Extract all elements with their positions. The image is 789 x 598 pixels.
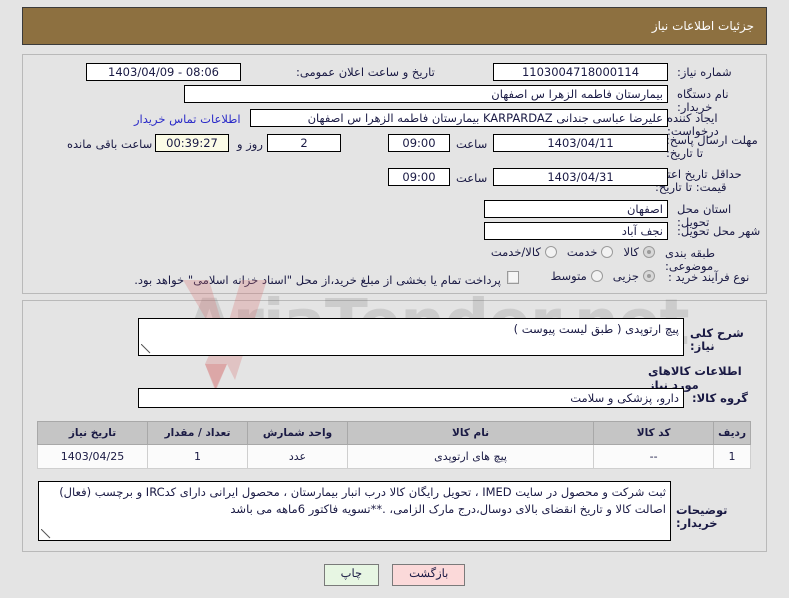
subject-category-option-label: کالا/خدمت bbox=[490, 245, 541, 259]
print-button[interactable]: چاپ bbox=[323, 564, 380, 586]
table-header-cell: تعداد / مقدار bbox=[147, 421, 248, 445]
goods-table: ردیف کد کالا نام کالا واحد شمارش تعداد / مقد… bbox=[37, 421, 751, 469]
resize-grip-icon-notes bbox=[41, 529, 51, 539]
reply-deadline-label: مهلت ارسال پاسخ: تا تاریخ: bbox=[666, 133, 758, 161]
price-validity-time: 09:00 bbox=[388, 168, 450, 186]
table-body: 1 -- پیچ های ارتوپدی عدد 1 1403/04/25 bbox=[37, 444, 751, 469]
goods-group-value: دارو، پزشکی و سلامت bbox=[138, 388, 684, 408]
subject-category-radio-group: کالا خدمت کالا/خدمت bbox=[440, 245, 655, 259]
purchase-process-option-label: جزیی bbox=[612, 269, 639, 283]
table-header-cell: واحد شمارش bbox=[247, 421, 348, 445]
need-number-label: شماره نیاز: bbox=[677, 65, 732, 79]
page-title: جزئیات اطلاعات نیاز bbox=[651, 19, 754, 33]
days-left-value: 2 bbox=[267, 134, 341, 152]
subject-category-radio[interactable] bbox=[601, 246, 614, 258]
table-cell-radif: 1 bbox=[713, 444, 751, 469]
table-cell-date: 1403/04/25 bbox=[37, 444, 148, 469]
reply-deadline-time: 09:00 bbox=[388, 134, 450, 152]
subject-category-option-label: خدمت bbox=[566, 245, 598, 259]
purchase-process-label: نوع فرآیند خرید : bbox=[668, 270, 750, 284]
reply-deadline-date: 1403/04/11 bbox=[493, 134, 668, 152]
buyer-notes-textarea[interactable]: ثبت شرکت و محصول در سایت IMED ، تحویل را… bbox=[38, 481, 671, 541]
need-description-label: شرح کلی نیاز: bbox=[690, 326, 744, 354]
goods-group-label: گروه کالا: bbox=[692, 391, 748, 405]
action-button-bar: بازگشت چاپ bbox=[0, 564, 789, 586]
days-and-label: روز و bbox=[237, 137, 263, 151]
table-header-row: ردیف کد کالا نام کالا واحد شمارش تعداد / مقد… bbox=[37, 421, 751, 445]
buyer-contact-link[interactable]: اطلاعات تماس خریدار bbox=[134, 112, 241, 126]
creator-value: علیرضا عباسی جندانی KARPARDAZ بیمارستان … bbox=[250, 109, 668, 127]
announce-datetime-value: 08:06 - 1403/04/09 bbox=[86, 63, 241, 81]
subject-category-option-0[interactable]: کالا bbox=[623, 245, 655, 259]
table-cell-code: -- bbox=[593, 444, 715, 469]
countdown-timer: 00:39:27 bbox=[155, 134, 229, 152]
table-cell-name: پیچ های ارتوپدی bbox=[346, 444, 595, 469]
price-validity-date: 1403/04/31 bbox=[493, 168, 668, 186]
purchase-process-radio[interactable] bbox=[590, 270, 603, 282]
buyer-org-value: بیمارستان فاطمه الزهرا س اصفهان bbox=[184, 85, 668, 103]
table-header-cell: ردیف bbox=[713, 421, 751, 445]
announce-datetime-label: تاریخ و ساعت اعلان عمومی: bbox=[296, 65, 435, 79]
table-cell-unit: عدد bbox=[247, 444, 348, 469]
table-header-cell: کد کالا bbox=[593, 421, 715, 445]
treasury-checkbox[interactable] bbox=[507, 271, 519, 284]
need-description-textarea[interactable]: پیچ ارتوپدی ( طبق لیست پیوست ) bbox=[138, 318, 684, 356]
buyer-notes-label: توضیحات خریدار: bbox=[676, 503, 728, 531]
subject-category-option-label: کالا bbox=[623, 245, 639, 259]
table-row: 1 -- پیچ های ارتوپدی عدد 1 1403/04/25 bbox=[37, 444, 751, 469]
table-header-cell: نام کالا bbox=[346, 421, 595, 445]
table-header-cell: تاریخ نیاز bbox=[37, 421, 148, 445]
buyer-notes-value: ثبت شرکت و محصول در سایت IMED ، تحویل را… bbox=[59, 485, 666, 516]
price-validity-hour-label: ساعت bbox=[456, 171, 488, 185]
window-title-bar: جزئیات اطلاعات نیاز bbox=[22, 7, 767, 45]
table-cell-qty: 1 bbox=[147, 444, 248, 469]
subject-category-option-2[interactable]: کالا/خدمت bbox=[491, 245, 557, 259]
city-label: شهر محل تحویل: bbox=[677, 224, 761, 238]
treasury-checkbox-label: پرداخت تمام یا بخشی از مبلغ خرید،از محل … bbox=[134, 273, 501, 287]
back-button[interactable]: بازگشت bbox=[392, 564, 466, 586]
purchase-process-option-1[interactable]: متوسط bbox=[551, 269, 603, 283]
subject-category-option-1[interactable]: خدمت bbox=[567, 245, 614, 259]
need-description-value: پیچ ارتوپدی ( طبق لیست پیوست ) bbox=[513, 322, 679, 336]
subject-category-radio[interactable] bbox=[643, 246, 655, 258]
purchase-process-option-label: متوسط bbox=[550, 269, 587, 283]
city-value: نجف آباد bbox=[484, 222, 668, 240]
purchase-process-radio[interactable] bbox=[643, 270, 655, 282]
need-number-value: 1103004718000114 bbox=[493, 63, 668, 81]
resize-grip-icon bbox=[141, 344, 151, 354]
time-remaining-label: ساعت باقی مانده bbox=[67, 137, 153, 151]
price-validity-label: حداقل تاریخ اعتبار قیمت: تا تاریخ: bbox=[655, 167, 742, 195]
province-value: اصفهان bbox=[484, 200, 668, 218]
reply-deadline-hour-label: ساعت bbox=[456, 137, 488, 151]
subject-category-radio[interactable] bbox=[544, 246, 557, 258]
purchase-process-option-0[interactable]: جزیی bbox=[613, 269, 655, 283]
